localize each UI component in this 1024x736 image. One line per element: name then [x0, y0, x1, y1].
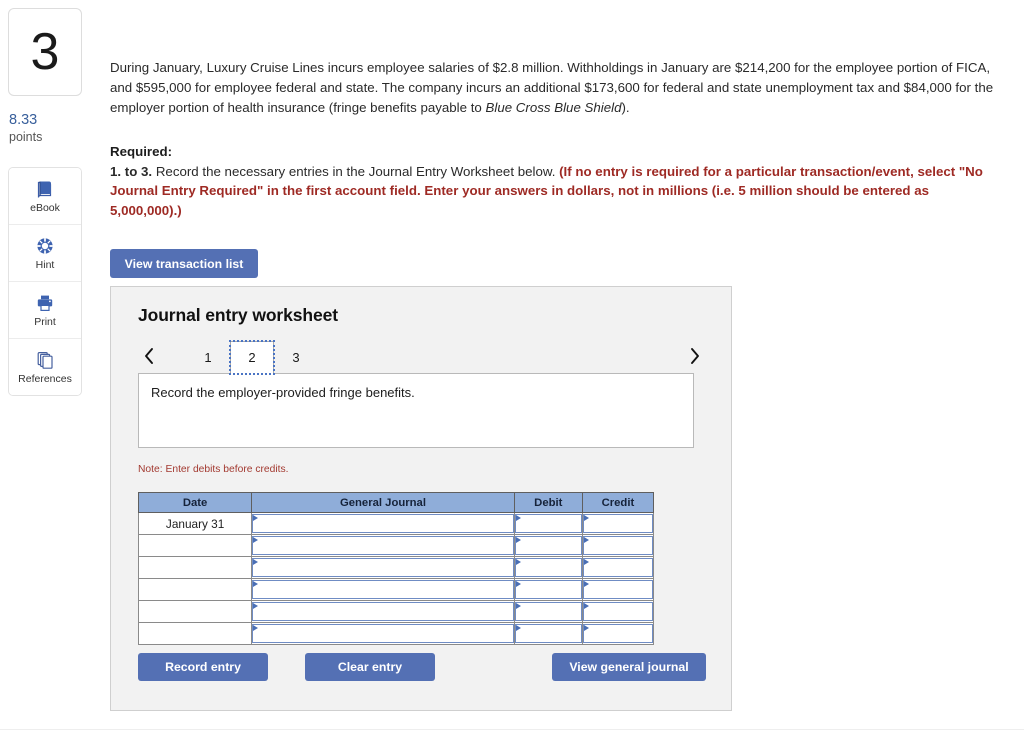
dropdown-marker-icon [253, 603, 259, 609]
tool-stack: eBook Hint Print References [8, 167, 82, 396]
question-number: 3 [30, 23, 60, 81]
worksheet-tab-2[interactable]: 2 [229, 340, 275, 375]
table-row: January 31 [137, 512, 655, 535]
journal-table-header-row: Date General Journal Debit Credit [137, 492, 655, 513]
dropdown-marker-icon [253, 625, 259, 631]
prev-tab-chevron-icon[interactable] [138, 341, 160, 371]
table-row [137, 534, 655, 557]
points-value: 8.33 [9, 112, 38, 128]
table-row [137, 556, 655, 579]
worksheet-tabs: 1 2 3 [138, 340, 706, 375]
journal-entry-worksheet-panel: Journal entry worksheet 1 2 3 Record the… [110, 286, 732, 711]
points-block: 8.33 points [8, 112, 82, 145]
cell-date[interactable] [137, 578, 253, 601]
question-number-box: 3 [8, 8, 82, 96]
tool-label-print: Print [34, 315, 56, 328]
table-row [137, 622, 655, 645]
tool-label-references: References [18, 372, 72, 385]
worksheet-title: Journal entry worksheet [138, 305, 338, 325]
dropdown-marker-icon [515, 581, 521, 587]
references-icon [35, 350, 55, 370]
worksheet-tab-1[interactable]: 1 [186, 341, 230, 374]
entry-description-box: Record the employer-provided fringe bene… [138, 373, 694, 448]
tool-item-hint[interactable]: Hint [9, 225, 81, 282]
cell-date[interactable] [137, 622, 253, 645]
question-body-italic: Blue Cross Blue Shield [485, 100, 622, 115]
tool-label-hint: Hint [35, 258, 55, 271]
dropdown-marker-icon [515, 537, 521, 543]
cell-debit[interactable] [513, 622, 583, 645]
view-general-journal-button[interactable]: View general journal [552, 653, 706, 681]
cell-credit[interactable] [581, 600, 655, 623]
column-header-credit: Credit [581, 492, 655, 513]
tool-item-ebook[interactable]: eBook [9, 168, 81, 225]
column-header-general-journal: General Journal [251, 492, 515, 513]
cell-debit[interactable] [513, 556, 583, 579]
dropdown-marker-icon [515, 625, 521, 631]
column-header-debit: Debit [513, 492, 583, 513]
cell-debit[interactable] [513, 512, 583, 535]
dropdown-marker-icon [583, 625, 589, 631]
left-rail: 3 8.33 points eBook Hint Print Reference… [8, 8, 82, 396]
clear-entry-button[interactable]: Clear entry [305, 653, 435, 681]
dropdown-marker-icon [253, 515, 259, 521]
dropdown-marker-icon [583, 515, 589, 521]
question-body-part2: ). [621, 100, 630, 115]
worksheet-tab-3[interactable]: 3 [274, 341, 318, 374]
dropdown-marker-icon [583, 559, 589, 565]
hint-icon [35, 236, 55, 256]
page-bottom-divider [0, 729, 1024, 730]
dropdown-marker-icon [515, 559, 521, 565]
points-label: points [9, 130, 43, 144]
dropdown-marker-icon [583, 537, 589, 543]
dropdown-marker-icon [253, 537, 259, 543]
journal-entry-table: Date General Journal Debit Credit Januar… [137, 492, 655, 645]
dropdown-marker-icon [253, 581, 259, 587]
question-body: During January, Luxury Cruise Lines incu… [110, 58, 994, 118]
column-header-date: Date [137, 492, 253, 513]
cell-credit[interactable] [581, 622, 655, 645]
table-row [137, 600, 655, 623]
cell-credit[interactable] [581, 512, 655, 535]
required-instructions: 1. to 3. Record the necessary entries in… [110, 162, 994, 221]
main-content: During January, Luxury Cruise Lines incu… [110, 0, 1010, 711]
cell-credit[interactable] [581, 578, 655, 601]
cell-date[interactable]: January 31 [137, 512, 253, 535]
cell-date[interactable] [137, 600, 253, 623]
cell-date[interactable] [137, 534, 253, 557]
dropdown-marker-icon [583, 603, 589, 609]
cell-general-journal[interactable] [251, 600, 515, 623]
required-heading: Required: [110, 144, 173, 159]
cell-credit[interactable] [581, 534, 655, 557]
required-plain: Record the necessary entries in the Jour… [152, 163, 560, 179]
cell-debit[interactable] [513, 600, 583, 623]
required-prefix: 1. to 3. [110, 163, 153, 179]
dropdown-marker-icon [515, 603, 521, 609]
view-transaction-list-button[interactable]: View transaction list [110, 249, 258, 278]
cell-debit[interactable] [513, 534, 583, 557]
dropdown-marker-icon [253, 559, 259, 565]
table-row [137, 578, 655, 601]
print-icon [35, 293, 55, 313]
tool-item-print[interactable]: Print [9, 282, 81, 339]
cell-general-journal[interactable] [251, 578, 515, 601]
cell-general-journal[interactable] [251, 622, 515, 645]
cell-credit[interactable] [581, 556, 655, 579]
cell-general-journal[interactable] [251, 534, 515, 557]
record-entry-button[interactable]: Record entry [138, 653, 268, 681]
dropdown-marker-icon [515, 515, 521, 521]
cell-general-journal[interactable] [251, 556, 515, 579]
cell-general-journal[interactable] [251, 512, 515, 535]
debits-before-credits-note: Note: Enter debits before credits. [138, 464, 289, 475]
dropdown-marker-icon [583, 581, 589, 587]
cell-date[interactable] [137, 556, 253, 579]
next-tab-chevron-icon[interactable] [684, 341, 706, 371]
tool-label-ebook: eBook [30, 201, 60, 214]
ebook-icon [35, 179, 55, 199]
required-block: Required: 1. to 3. Record the necessary … [110, 142, 994, 220]
entry-description-text: Record the employer-provided fringe bene… [151, 385, 415, 400]
tool-item-references[interactable]: References [9, 339, 81, 395]
cell-debit[interactable] [513, 578, 583, 601]
